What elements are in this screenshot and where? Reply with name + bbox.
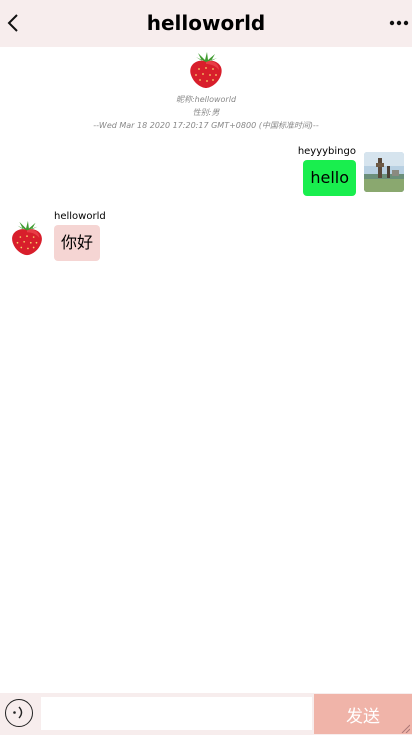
contact-nickname: 昵称:helloworld bbox=[175, 95, 237, 104]
contact-profile: 昵称:helloworld 性别:男 --Wed Mar 18 2020 17:… bbox=[0, 50, 412, 132]
message-bubble[interactable]: 你好 bbox=[54, 225, 101, 261]
contact-timestamp: --Wed Mar 18 2020 17:20:17 GMT+0800 (中国标… bbox=[93, 121, 319, 130]
message-sender-name: helloworld bbox=[54, 211, 106, 222]
resize-grip-icon bbox=[401, 724, 410, 733]
page-title: helloworld bbox=[146, 11, 266, 35]
message-input-bar: 发送 bbox=[0, 693, 412, 735]
message-input[interactable] bbox=[41, 697, 312, 730]
message-sender-name: heyyybingo bbox=[297, 146, 356, 157]
emoji-face-icon bbox=[13, 706, 23, 719]
strawberry-avatar[interactable] bbox=[186, 50, 226, 90]
emoji-button[interactable] bbox=[5, 699, 33, 727]
strawberry-avatar[interactable] bbox=[8, 219, 46, 257]
send-button[interactable]: 发送 bbox=[314, 694, 412, 734]
message-bubble[interactable]: hello bbox=[303, 160, 356, 196]
ellipsis-icon bbox=[389, 20, 409, 26]
landscape-photo-avatar[interactable] bbox=[364, 152, 404, 192]
more-button[interactable] bbox=[388, 8, 410, 38]
top-bar: helloworld bbox=[0, 0, 412, 47]
contact-gender: 性别:男 bbox=[192, 108, 220, 117]
